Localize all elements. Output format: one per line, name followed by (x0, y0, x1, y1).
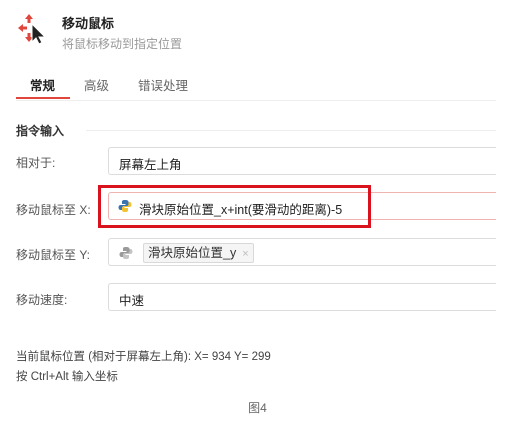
tab-bar: 常规 高级 错误处理 (16, 66, 496, 101)
chip-close-icon[interactable]: × (242, 248, 248, 260)
section-divider (86, 130, 496, 131)
highlight-box (98, 185, 371, 228)
variable-chip-label: 滑块原始位置_y (148, 246, 237, 260)
variable-chip[interactable]: 滑块原始位置_y × (143, 243, 254, 263)
move-y-label: 移动鼠标至 Y: (16, 248, 91, 262)
tab-error-handling[interactable]: 错误处理 (138, 75, 188, 94)
header: 移动鼠标 将鼠标移动到指定位置 (16, 10, 496, 58)
relative-label: 相对于: (16, 156, 56, 170)
python-icon (119, 247, 133, 259)
speed-label: 移动速度: (16, 293, 68, 307)
move-x-label: 移动鼠标至 X: (16, 203, 91, 217)
section-title: 指令输入 (16, 124, 65, 138)
active-tab-indicator (16, 97, 70, 99)
speed-value: 中速 (119, 294, 145, 308)
page-subtitle: 将鼠标移动到指定位置 (62, 37, 183, 51)
relative-select[interactable]: 屏幕左上角 (108, 147, 496, 175)
mouse-position-readout: 当前鼠标位置 (相对于屏幕左上角): X= 934 Y= 299 (16, 351, 271, 363)
move-y-input[interactable]: 滑块原始位置_y × (108, 238, 496, 266)
page-title: 移动鼠标 (62, 16, 115, 31)
tab-advanced[interactable]: 高级 (84, 75, 109, 94)
tab-general[interactable]: 常规 (30, 75, 55, 94)
shortcut-hint: 按 Ctrl+Alt 输入坐标 (16, 371, 118, 383)
relative-value: 屏幕左上角 (119, 158, 182, 172)
move-cursor-icon (18, 14, 47, 45)
speed-select[interactable]: 中速 (108, 283, 496, 311)
figure-caption: 图4 (248, 401, 267, 415)
